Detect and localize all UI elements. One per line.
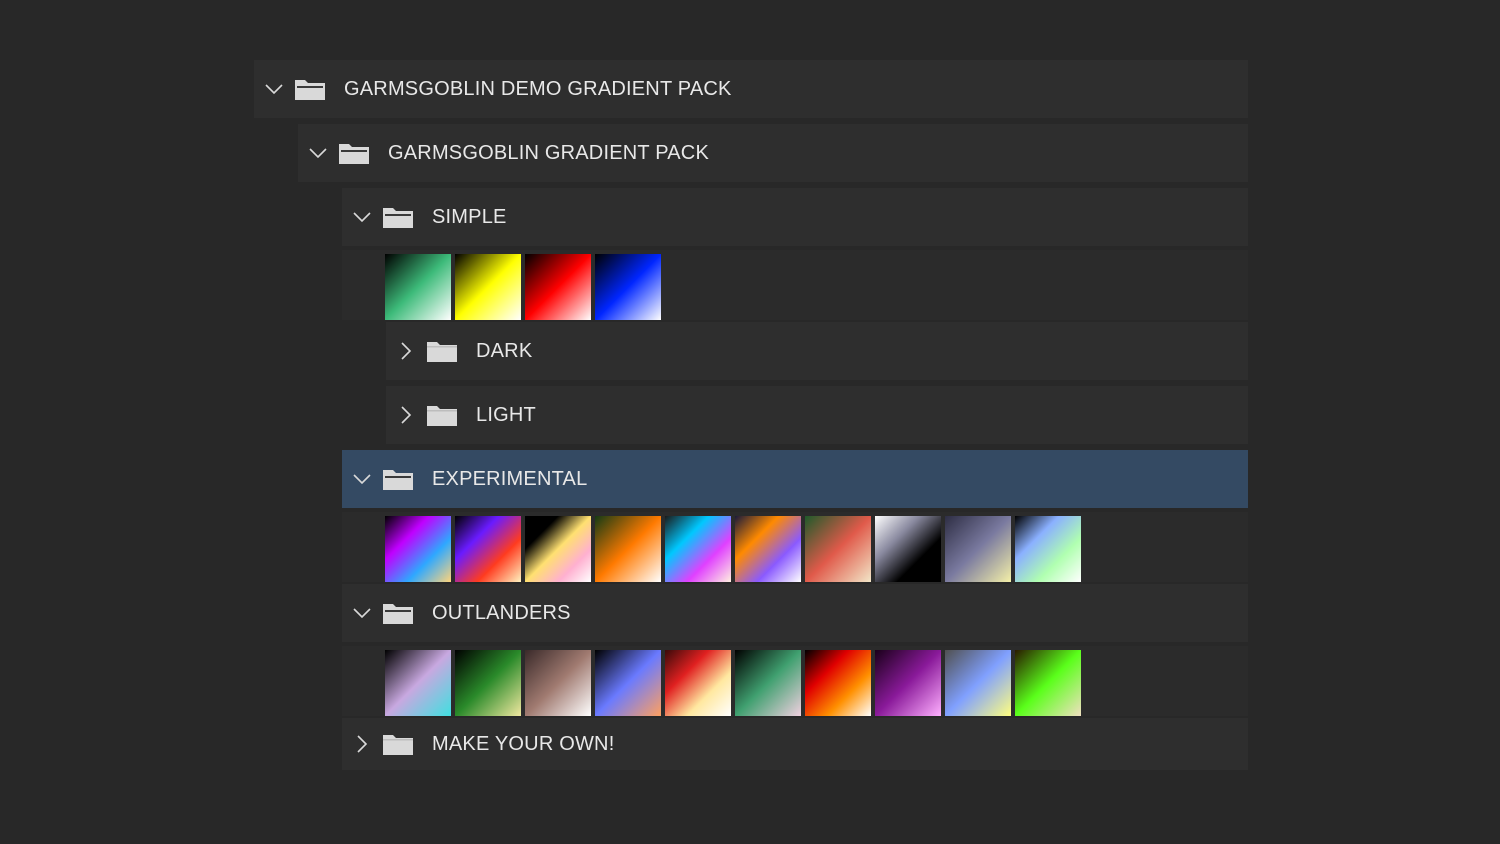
gradient-swatch-exp-6[interactable]	[735, 516, 801, 582]
folder-open-icon	[382, 465, 416, 493]
tree-label: GARMSGOBLIN GRADIENT PACK	[388, 141, 709, 164]
swatch-grid	[385, 516, 1081, 582]
gradient-swatch-exp-7[interactable]	[805, 516, 871, 582]
tree-row-root[interactable]: GARMSGOBLIN DEMO GRADIENT PACK	[254, 60, 1248, 118]
folder-open-icon	[338, 139, 372, 167]
chevron-down-icon[interactable]	[352, 603, 372, 623]
folder-closed-icon	[382, 730, 416, 758]
gradient-swatch-simple-blue[interactable]	[595, 254, 661, 320]
gradient-swatch-exp-3[interactable]	[525, 516, 591, 582]
tree-row-simple[interactable]: SIMPLE	[342, 188, 1248, 246]
chevron-down-icon[interactable]	[352, 207, 372, 227]
tree-label: EXPERIMENTAL	[432, 467, 588, 490]
gradient-swatch-simple-red[interactable]	[525, 254, 591, 320]
tree-label: DARK	[476, 339, 533, 362]
folder-open-icon	[294, 75, 328, 103]
tree-row-outlanders[interactable]: OUTLANDERS	[342, 584, 1248, 642]
tree-row-dark[interactable]: DARK	[386, 322, 1248, 380]
gradient-swatch-out-4[interactable]	[595, 650, 661, 716]
gradient-swatch-exp-9[interactable]	[945, 516, 1011, 582]
gradient-swatch-out-3[interactable]	[525, 650, 591, 716]
swatch-grid	[385, 650, 1081, 716]
swatch-row-experimental	[342, 512, 1248, 582]
chevron-right-icon[interactable]	[396, 341, 416, 361]
tree-row-pack[interactable]: GARMSGOBLIN GRADIENT PACK	[298, 124, 1248, 182]
folder-closed-icon	[426, 337, 460, 365]
gradient-swatch-out-6[interactable]	[735, 650, 801, 716]
swatch-row-simple	[342, 250, 1248, 320]
gradient-swatch-simple-green[interactable]	[385, 254, 451, 320]
gradient-swatch-exp-1[interactable]	[385, 516, 451, 582]
tree-row-make-your-own[interactable]: MAKE YOUR OWN!	[342, 718, 1248, 770]
gradient-swatch-out-5[interactable]	[665, 650, 731, 716]
swatch-row-outlanders	[342, 646, 1248, 716]
chevron-right-icon[interactable]	[352, 734, 372, 754]
tree-row-light[interactable]: LIGHT	[386, 386, 1248, 444]
tree-row-experimental[interactable]: EXPERIMENTAL	[342, 450, 1248, 508]
gradient-swatch-out-9[interactable]	[945, 650, 1011, 716]
folder-closed-icon	[426, 401, 460, 429]
gradient-swatch-exp-4[interactable]	[595, 516, 661, 582]
chevron-down-icon[interactable]	[264, 79, 284, 99]
gradient-swatch-exp-2[interactable]	[455, 516, 521, 582]
chevron-down-icon[interactable]	[308, 143, 328, 163]
chevron-down-icon[interactable]	[352, 469, 372, 489]
tree-label: OUTLANDERS	[432, 601, 571, 624]
gradient-swatch-out-10[interactable]	[1015, 650, 1081, 716]
folder-open-icon	[382, 599, 416, 627]
gradient-swatch-exp-10[interactable]	[1015, 516, 1081, 582]
gradient-swatch-out-2[interactable]	[455, 650, 521, 716]
tree-label: SIMPLE	[432, 205, 507, 228]
gradient-swatch-simple-yellow[interactable]	[455, 254, 521, 320]
tree-label: GARMSGOBLIN DEMO GRADIENT PACK	[344, 77, 732, 100]
tree-label: LIGHT	[476, 403, 536, 426]
folder-open-icon	[382, 203, 416, 231]
chevron-right-icon[interactable]	[396, 405, 416, 425]
gradient-swatch-out-8[interactable]	[875, 650, 941, 716]
tree-label: MAKE YOUR OWN!	[432, 732, 615, 755]
swatch-grid	[385, 254, 661, 320]
gradient-swatch-exp-8[interactable]	[875, 516, 941, 582]
gradient-swatch-out-1[interactable]	[385, 650, 451, 716]
gradient-swatch-exp-5[interactable]	[665, 516, 731, 582]
gradient-swatch-out-7[interactable]	[805, 650, 871, 716]
